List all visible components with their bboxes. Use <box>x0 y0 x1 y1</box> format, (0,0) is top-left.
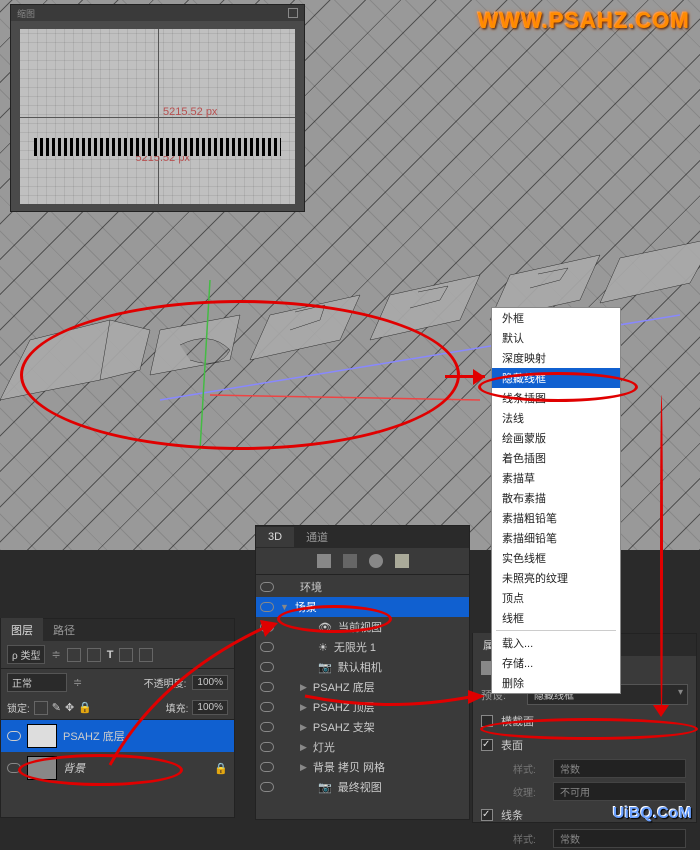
filter-scene-icon[interactable] <box>317 554 331 568</box>
menu-item-wireframe[interactable]: 线框 <box>492 608 620 628</box>
lock-label: 锁定: <box>7 700 30 715</box>
wire-checkbox[interactable] <box>481 809 493 821</box>
annotation-circle-menu-item <box>478 372 638 402</box>
navigator-content-preview <box>34 138 282 156</box>
lock-all-icon[interactable]: 🔒 <box>78 701 92 714</box>
annotation-arrow-layer-to-scene <box>100 615 280 775</box>
navigator-header[interactable]: 缩图 <box>11 5 304 21</box>
tab-channels[interactable]: 通道 <box>294 525 340 549</box>
lock-position-icon[interactable]: ✥ <box>65 701 74 714</box>
annotation-circle-layer <box>18 754 183 786</box>
menu-item-save[interactable]: 存储... <box>492 653 620 673</box>
annotation-circle-scene <box>277 605 392 633</box>
lock-transparency-icon[interactable] <box>34 701 48 715</box>
annotation-arrow-down <box>620 395 680 735</box>
annotation-circle-preset <box>480 718 698 740</box>
surface-texture-select[interactable]: 不可用 <box>553 782 686 801</box>
filter-light-icon[interactable] <box>395 554 409 568</box>
filter-kind-select[interactable]: ρ 类型 <box>7 645 45 664</box>
menu-item-solid-wireframe[interactable]: 实色线框 <box>492 548 620 568</box>
surface-label: 表面 <box>501 737 523 753</box>
blend-mode-select[interactable]: 正常 <box>7 673 67 692</box>
lock-image-icon[interactable]: ✎ <box>52 701 61 714</box>
menu-item-outline[interactable]: 外框 <box>492 308 620 328</box>
watermark-bottom: UiBQ.CoM <box>613 805 692 823</box>
menu-item-default[interactable]: 默认 <box>492 328 620 348</box>
panel-3d-toolbar <box>256 548 469 575</box>
visibility-toggle[interactable] <box>260 782 274 792</box>
navigator-panel: 缩图 5215.52 px 5215.52 px <box>10 4 305 212</box>
menu-item-load[interactable]: 载入... <box>492 633 620 653</box>
tab-3d[interactable]: 3D <box>256 527 294 547</box>
menu-item-sketch[interactable]: 素描草 <box>492 468 620 488</box>
navigator-preview[interactable]: 5215.52 px 5215.52 px <box>20 29 295 204</box>
navigator-crosshair-h <box>20 117 295 118</box>
menu-item-sketch-thick[interactable]: 素描粗铅笔 <box>492 508 620 528</box>
menu-item-scatter-sketch[interactable]: 散布素描 <box>492 488 620 508</box>
menu-item-sketch-thin[interactable]: 素描细铅笔 <box>492 528 620 548</box>
wire-style-select[interactable]: 常数 <box>553 829 686 848</box>
tree-item-psahz-support[interactable]: ▶PSAHZ 支架 <box>256 717 469 737</box>
watermark-top: WWW.PSAHZ.COM <box>478 8 690 34</box>
menu-item-depth[interactable]: 深度映射 <box>492 348 620 368</box>
visibility-toggle[interactable] <box>260 582 274 592</box>
filter-pixel-icon[interactable] <box>67 648 81 662</box>
navigator-dim-w: 5215.52 px <box>163 106 217 118</box>
wire-label: 线条 <box>501 807 523 823</box>
navigator-collapse-icon[interactable] <box>288 8 298 18</box>
render-mode-context-menu: 外框 默认 深度映射 隐藏线框 线条插图 法线 绘画蒙版 着色插图 素描草 散布… <box>491 307 621 694</box>
tree-item-final-view[interactable]: 📷最终视图 <box>256 777 469 797</box>
visibility-toggle[interactable] <box>260 602 274 612</box>
props-surface-style-row: 样式: 常数 <box>473 757 696 780</box>
layer-visibility-toggle[interactable] <box>7 731 21 741</box>
menu-item-delete[interactable]: 删除 <box>492 673 620 693</box>
filter-adjustment-icon[interactable] <box>87 648 101 662</box>
menu-item-paint-mask[interactable]: 绘画蒙版 <box>492 428 620 448</box>
filter-material-icon[interactable] <box>369 554 383 568</box>
menu-item-vertices[interactable]: 顶点 <box>492 588 620 608</box>
navigator-min-icon[interactable]: 缩图 <box>17 7 35 20</box>
tab-layers[interactable]: 图层 <box>1 618 43 642</box>
surface-style-label: 样式: <box>513 761 545 776</box>
annotation-circle-main <box>20 300 460 450</box>
props-surface-texture-row: 纹理: 不可用 <box>473 780 696 803</box>
tree-item-bg-copy-grid[interactable]: ▶背景 拷贝 网格 <box>256 757 469 777</box>
layer-thumbnail[interactable] <box>27 724 57 748</box>
panel-3d: 3D 通道 环境 ▼场景 👁当前视图 ☀无限光 1 📷默认相机 ▶PSAHZ 底… <box>255 525 470 820</box>
tab-paths[interactable]: 路径 <box>43 618 85 642</box>
menu-separator <box>496 630 616 631</box>
filter-mesh-icon[interactable] <box>343 554 357 568</box>
wire-style-label: 样式: <box>513 831 545 846</box>
props-wire-style-row: 样式: 常数 <box>473 827 696 850</box>
menu-item-normals[interactable]: 法线 <box>492 408 620 428</box>
surface-style-select[interactable]: 常数 <box>553 759 686 778</box>
surface-checkbox[interactable] <box>481 739 493 751</box>
tree-item-environment[interactable]: 环境 <box>256 577 469 597</box>
tree-item-lights[interactable]: ▶灯光 <box>256 737 469 757</box>
tree-item-default-camera[interactable]: 📷默认相机 <box>256 657 469 677</box>
menu-item-unlit-texture[interactable]: 未照亮的纹理 <box>492 568 620 588</box>
panel-3d-tabs: 3D 通道 <box>256 526 469 548</box>
tree-item-infinite-light[interactable]: ☀无限光 1 <box>256 637 469 657</box>
menu-item-shaded-illustration[interactable]: 着色插图 <box>492 448 620 468</box>
annotation-arrow-scene-to-props <box>300 688 485 718</box>
surface-texture-label: 纹理: <box>513 784 545 799</box>
